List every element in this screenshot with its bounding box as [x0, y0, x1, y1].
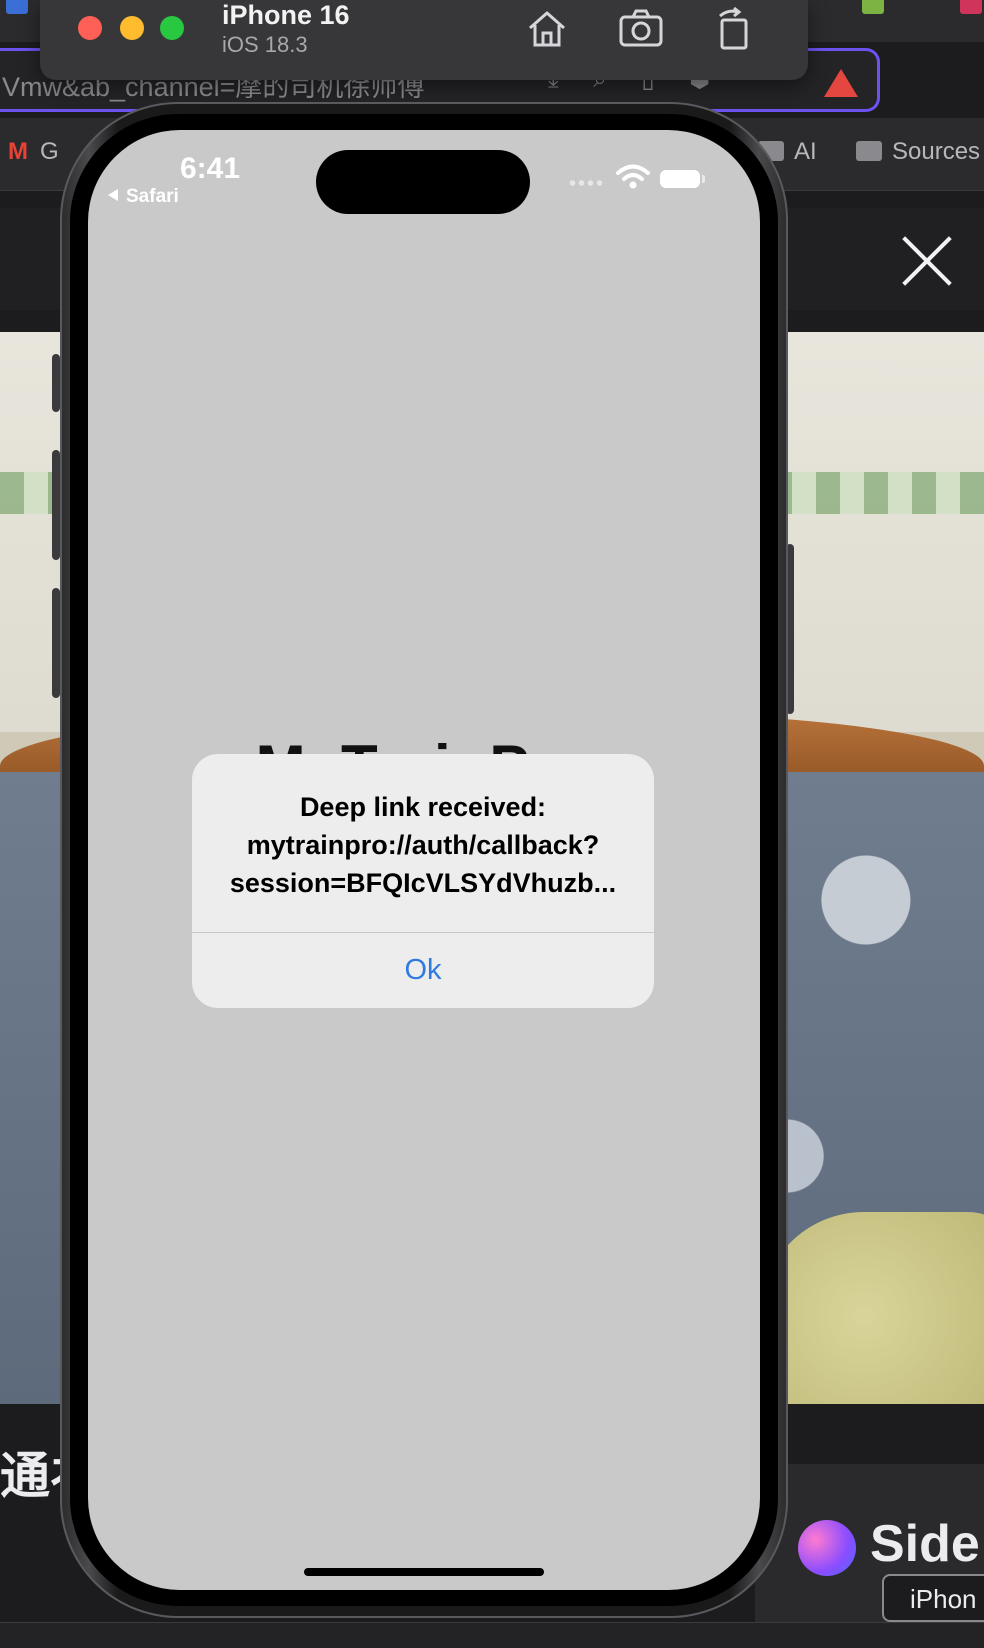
bookmark-sources[interactable]: Sources — [856, 138, 980, 166]
home-icon-glyph — [529, 11, 565, 47]
alert-message: Deep link received: mytrainpro://auth/ca… — [229, 792, 617, 898]
extension-icon[interactable] — [960, 0, 982, 14]
screenshot-icon[interactable] — [618, 6, 664, 52]
rotate-icon[interactable] — [712, 6, 758, 52]
home-indicator[interactable] — [304, 1568, 544, 1576]
back-to-safari-link[interactable]: Safari — [108, 186, 179, 208]
camera-icon-glyph — [619, 9, 663, 47]
minimize-window-button[interactable] — [120, 16, 144, 40]
battery-icon — [660, 170, 705, 188]
status-time: 6:41 — [180, 152, 241, 185]
deep-link-alert: Deep link received: mytrainpro://auth/ca… — [192, 754, 654, 1008]
folder-icon — [856, 141, 882, 161]
volume-down-button[interactable] — [52, 588, 60, 698]
volume-up-button[interactable] — [52, 450, 60, 560]
gmail-icon: M — [8, 138, 28, 165]
iphone-chip[interactable]: iPhon — [882, 1574, 984, 1622]
device-name: iPhone 16 — [222, 0, 350, 30]
os-version: iOS 18.3 — [222, 32, 308, 57]
simulator-toolbar: iPhone 16 iOS 18.3 — [40, 0, 808, 80]
ok-button[interactable]: Ok — [192, 933, 654, 1008]
dynamic-island — [316, 150, 530, 214]
wifi-icon — [616, 164, 650, 189]
browser-bottom-bar — [0, 1622, 984, 1648]
brave-shield-icon[interactable] — [824, 69, 858, 97]
sider-label[interactable]: Side — [870, 1514, 980, 1574]
back-arrow-icon — [108, 189, 118, 201]
desktop: Vmw&ab_channel=摩的司机徐师傅 ⤓ ⌕ ▯ ⬢ MG AI Sou… — [0, 0, 984, 1648]
home-icon[interactable] — [524, 6, 570, 52]
zoom-window-button[interactable] — [160, 16, 184, 40]
video-scene-blanket — [760, 1212, 984, 1404]
sider-brain-icon[interactable] — [798, 1520, 856, 1576]
cellular-signal-icon — [568, 180, 606, 186]
action-button[interactable] — [52, 354, 60, 412]
bookmark-gmail[interactable]: MG — [8, 138, 59, 166]
shopify-icon[interactable] — [862, 0, 884, 14]
rotate-icon-glyph — [719, 6, 748, 50]
close-window-button[interactable] — [78, 16, 102, 40]
close-icon[interactable] — [900, 234, 954, 288]
iphone-screen: 6:41 Safari MyTrainPro Deep link receive… — [88, 130, 760, 1590]
tab-favicon-icon[interactable] — [6, 0, 28, 14]
